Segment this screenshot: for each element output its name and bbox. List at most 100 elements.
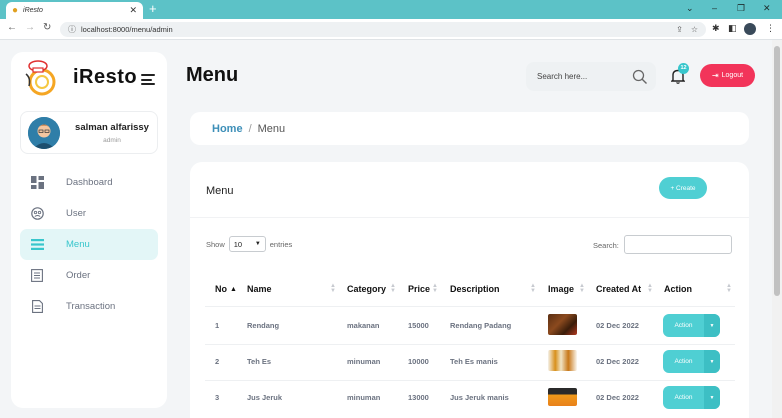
- column-header-description[interactable]: Description: [450, 284, 500, 294]
- table-search-input[interactable]: [624, 235, 732, 254]
- minimize-icon[interactable]: –: [712, 3, 717, 13]
- sort-icon: ▲ ▼: [647, 283, 653, 294]
- user-name: salman alfarissy: [75, 122, 149, 133]
- table-divider: [205, 306, 735, 307]
- action-label: Action: [674, 394, 693, 401]
- address-bar[interactable]: ⓘ localhost:8000/menu/admin ⇪ ☆: [60, 22, 706, 37]
- create-button[interactable]: + Create: [659, 177, 707, 199]
- sidebar-item-dashboard[interactable]: Dashboard: [20, 167, 158, 198]
- cell-created-at: 02 Dec 2022: [596, 321, 639, 330]
- entries-label: entries: [269, 239, 293, 249]
- cell-category: minuman: [347, 357, 381, 366]
- sort-icon: ▲ ▼: [579, 283, 585, 294]
- breadcrumb: Home / Menu: [190, 112, 749, 145]
- column-header-name[interactable]: Name: [247, 284, 272, 294]
- column-header-price[interactable]: Price: [408, 284, 430, 294]
- browser-tab-strip: ● iResto ✕ + ⌄ – ❐ ✕: [0, 0, 782, 19]
- profile-avatar-icon[interactable]: [744, 23, 756, 35]
- sidebar-item-menu[interactable]: Menu: [20, 229, 158, 260]
- share-icon[interactable]: ⇪: [676, 25, 683, 34]
- cell-name: Rendang: [247, 321, 280, 330]
- chef-logo-icon: [23, 58, 61, 96]
- cell-no: 3: [215, 393, 220, 402]
- notification-bell-icon[interactable]: 12: [670, 63, 689, 84]
- column-header-no[interactable]: No ▲: [215, 284, 237, 294]
- tab-title: iResto: [23, 7, 43, 14]
- column-header-category[interactable]: Category: [347, 284, 386, 294]
- sidebar-item-label: Menu: [66, 239, 90, 250]
- user-icon: [29, 207, 45, 221]
- chevron-down-icon[interactable]: ▼: [704, 314, 720, 337]
- table-row: 2 Teh Es minuman 10000 Teh Es manis 02 D…: [190, 344, 749, 380]
- url-text[interactable]: localhost:8000/menu/admin: [81, 25, 668, 34]
- action-dropdown-button[interactable]: Action ▼: [663, 350, 720, 373]
- sidebar-item-label: Transaction: [66, 301, 116, 312]
- action-dropdown-button[interactable]: Action ▼: [663, 386, 720, 409]
- cell-price: 13000: [408, 393, 429, 402]
- browser-tab[interactable]: ● iResto ✕: [6, 2, 143, 19]
- chevron-down-icon[interactable]: ▼: [704, 386, 720, 409]
- side-panel-icon[interactable]: ◧: [728, 23, 737, 34]
- column-header-label: Action: [664, 284, 692, 294]
- column-header-label: No: [215, 284, 227, 294]
- scrollbar-thumb[interactable]: [774, 46, 780, 296]
- menu-icon: [29, 238, 45, 252]
- forward-icon[interactable]: →: [25, 22, 35, 33]
- chevron-down-icon[interactable]: ▼: [704, 350, 720, 373]
- sort-asc-icon: ▲: [230, 285, 237, 293]
- user-role: admin: [103, 137, 121, 144]
- sidebar-item-user[interactable]: User: [20, 198, 158, 229]
- column-header-created-at[interactable]: Created At: [596, 284, 641, 294]
- cell-no: 1: [215, 321, 220, 330]
- card-title: Menu: [206, 185, 234, 197]
- sort-icon: ▲ ▼: [330, 283, 336, 294]
- extensions-icon[interactable]: ✱: [712, 23, 720, 34]
- cell-no: 2: [215, 357, 220, 366]
- cell-created-at: 02 Dec 2022: [596, 357, 639, 366]
- new-tab-icon[interactable]: +: [149, 2, 157, 16]
- sidebar-menu: Dashboard User Menu Order Transaction: [20, 167, 158, 322]
- logout-icon: ⇥: [711, 71, 719, 80]
- cell-category: makanan: [347, 321, 380, 330]
- cell-price: 15000: [408, 321, 429, 330]
- jus-jeruk-photo: [548, 388, 577, 406]
- column-header-image[interactable]: Image: [548, 284, 574, 294]
- reload-icon[interactable]: ↻: [43, 22, 51, 33]
- sidebar-item-order[interactable]: Order: [20, 260, 158, 291]
- cell-name: Teh Es: [247, 357, 272, 366]
- tab-close-icon[interactable]: ✕: [129, 5, 137, 16]
- back-icon[interactable]: ←: [7, 22, 17, 33]
- bookmark-star-icon[interactable]: ☆: [691, 25, 698, 34]
- sidebar-item-label: User: [66, 208, 87, 219]
- action-dropdown-button[interactable]: Action ▼: [663, 314, 720, 337]
- breadcrumb-current: Menu: [257, 122, 286, 135]
- tab-search-icon[interactable]: ⌄: [686, 3, 694, 14]
- table-search-label: Search:: [593, 241, 619, 250]
- sidebar-item-transaction[interactable]: Transaction: [20, 291, 158, 322]
- site-info-icon[interactable]: ⓘ: [68, 24, 76, 35]
- column-header-label: Created At: [596, 284, 642, 294]
- entries-select[interactable]: 10 ▼: [228, 236, 266, 252]
- sort-icon: ▲ ▼: [432, 283, 438, 294]
- search-icon[interactable]: [632, 69, 656, 85]
- page-scrollbar[interactable]: [772, 40, 782, 418]
- browser-menu-icon[interactable]: ⋮: [766, 23, 775, 34]
- window-close-icon[interactable]: ✕: [763, 3, 771, 14]
- column-header-label: Price: [408, 284, 431, 294]
- breadcrumb-home-link[interactable]: Home: [212, 123, 243, 135]
- cell-price: 10000: [408, 357, 429, 366]
- header-search-input[interactable]: Search here...: [526, 62, 656, 91]
- restore-icon[interactable]: ❐: [737, 3, 745, 14]
- logo[interactable]: iResto: [23, 58, 137, 96]
- cell-name: Jus Jeruk: [247, 393, 283, 402]
- cell-description: Rendang Padang: [450, 321, 512, 330]
- user-card: salman alfarissy admin: [20, 111, 158, 154]
- column-header-label: Name: [247, 284, 272, 294]
- action-label: Action: [674, 358, 693, 365]
- column-header-action[interactable]: Action: [664, 284, 692, 294]
- logout-button[interactable]: ⇥ Logout: [700, 64, 755, 87]
- sidebar-toggle-icon[interactable]: [141, 74, 155, 85]
- brand-name: iResto: [73, 65, 138, 88]
- address-toolbar: ← → ↻ ⓘ localhost:8000/menu/admin ⇪ ☆ ✱ …: [0, 19, 782, 40]
- sort-icon: ▲ ▼: [390, 283, 396, 294]
